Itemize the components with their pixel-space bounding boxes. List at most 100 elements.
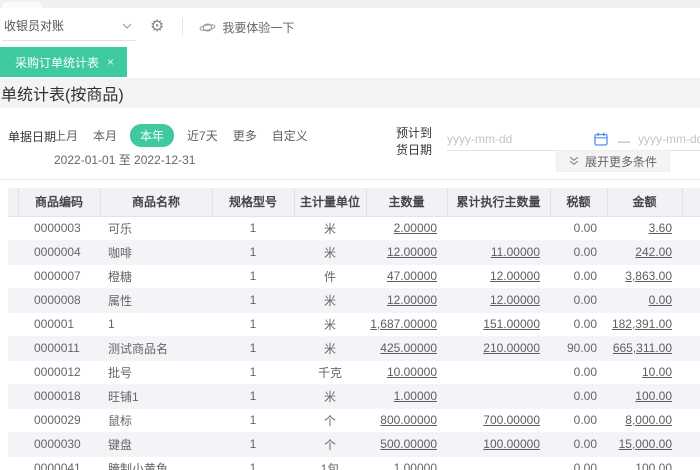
- col-header-product-code: 商品编码: [17, 188, 100, 217]
- cell-product-code: 000001: [34, 317, 75, 331]
- cell-product-name: 测试商品名: [108, 341, 169, 356]
- cell-blank-end: [682, 264, 700, 288]
- expand-more-conditions-button[interactable]: 展开更多条件: [555, 150, 670, 172]
- drilldown-link[interactable]: 8,000.00: [625, 413, 672, 427]
- option-more[interactable]: 更多: [231, 124, 259, 147]
- cell-product-code: 0000008: [34, 293, 81, 307]
- cell-main-qty: 47.00000: [366, 264, 447, 288]
- cell-main-unit: 米: [323, 389, 336, 404]
- arrival-start-box: [447, 131, 608, 151]
- cell-tax: 0.00: [573, 365, 597, 379]
- cell-spec-model: 1: [249, 221, 257, 235]
- cell-tax: 0.00: [573, 413, 597, 427]
- cell-product-code: 0000007: [34, 269, 81, 283]
- close-icon[interactable]: ×: [107, 55, 114, 69]
- cell-amount: 10.00: [607, 360, 682, 384]
- drilldown-link[interactable]: 242.00: [635, 245, 672, 259]
- cell-main-qty: 12.00000: [366, 240, 447, 264]
- cell-blank-end: [682, 456, 700, 470]
- drilldown-link[interactable]: 12.00000: [490, 269, 540, 283]
- cell-executed-qty: 210.00000: [447, 336, 550, 360]
- cell-tax: 0.00: [573, 221, 597, 235]
- cell-amount: 0.00: [607, 288, 682, 312]
- drilldown-link[interactable]: 500.00000: [380, 437, 437, 451]
- experience-label: 我要体验一下: [222, 20, 295, 35]
- tab-purchase-order-stats[interactable]: 采购订单统计表 ×: [0, 47, 128, 77]
- drilldown-link[interactable]: 1,687.00000: [370, 317, 437, 331]
- browser-top-strip: [0, 0, 700, 8]
- option-last-month[interactable]: 上月: [52, 124, 80, 147]
- drilldown-link[interactable]: 210.00000: [483, 341, 540, 355]
- drilldown-link[interactable]: 0.00: [649, 293, 672, 307]
- drilldown-link[interactable]: 47.00000: [387, 269, 437, 283]
- settings-button[interactable]: ⚙: [150, 19, 164, 35]
- toolbar-divider: [182, 18, 184, 36]
- cell-product-code: 0000041: [34, 461, 81, 470]
- drilldown-link[interactable]: 11.00000: [491, 245, 540, 259]
- cell-blank-end: [682, 408, 700, 432]
- cell-blank: [8, 336, 18, 360]
- option-this-month[interactable]: 本月: [91, 124, 119, 147]
- col-header-main-qty: 主数量: [365, 188, 447, 217]
- cell-product-name: 键盘: [108, 437, 133, 452]
- arrival-start-input[interactable]: [447, 131, 594, 146]
- cell-executed-qty: 12.00000: [447, 288, 550, 312]
- cell-amount: 15,000.00: [607, 432, 682, 456]
- browser-tab-remnant: [2, 2, 42, 8]
- option-last-7-days[interactable]: 近7天: [185, 124, 220, 147]
- col-header-spec-model: 规格型号: [211, 188, 294, 217]
- cell-product-name: 属性: [108, 293, 133, 308]
- drilldown-link[interactable]: 12.00000: [490, 293, 540, 307]
- cell-executed-qty: 100.00000: [447, 432, 550, 456]
- arrival-end-input[interactable]: [638, 131, 700, 146]
- drilldown-link[interactable]: 12.00000: [387, 293, 437, 307]
- drilldown-link[interactable]: 151.00000: [483, 317, 540, 331]
- doc-date-label: 单据日期: [8, 130, 57, 144]
- cell-tax: 0.00: [573, 437, 597, 451]
- cell-product-name: 1: [108, 317, 115, 331]
- chevron-down-icon: [122, 23, 132, 29]
- col-header-executed-qty: 累计执行主数量: [446, 188, 550, 217]
- drilldown-link[interactable]: 182,391.00: [612, 317, 672, 331]
- drilldown-link[interactable]: 12.00000: [387, 245, 437, 259]
- cell-blank: [8, 264, 18, 288]
- cell-main-qty: 425.00000: [366, 336, 447, 360]
- drilldown-link[interactable]: 425.00000: [380, 341, 437, 355]
- drilldown-link[interactable]: 665,311.00: [613, 341, 672, 355]
- table-row: 0000041 腌制小黄鱼 1 1包 1.00000 0.00 100.00: [8, 456, 700, 470]
- report-selector-dropdown[interactable]: 收银员对账: [2, 13, 136, 41]
- cell-blank: [8, 432, 18, 456]
- cell-main-unit: 1包: [320, 461, 340, 470]
- option-this-year[interactable]: 本年: [130, 124, 175, 147]
- experience-link[interactable]: 我要体验一下: [199, 19, 294, 36]
- cell-product-name: 咖啡: [108, 245, 133, 260]
- expand-more-label: 展开更多条件: [584, 154, 657, 169]
- cell-blank-end: [682, 336, 700, 360]
- cell-blank: [8, 360, 18, 384]
- drilldown-link[interactable]: 700.00000: [483, 413, 540, 427]
- drilldown-link[interactable]: 100.00000: [483, 437, 540, 451]
- report-table-wrap: 商品编码 商品名称 规格型号 主计量单位 主数量 累计执行主数量 税额 金额 0…: [8, 188, 700, 470]
- calendar-icon[interactable]: [594, 132, 608, 146]
- cell-product-code: 0000003: [34, 221, 81, 235]
- option-custom[interactable]: 自定义: [270, 124, 310, 147]
- drilldown-link[interactable]: 15,000.00: [619, 437, 672, 451]
- drilldown-link[interactable]: 3.60: [649, 221, 672, 235]
- selected-date-range: 2022-01-01 至 2022-12-31: [54, 153, 196, 167]
- cell-main-qty: 10.00000: [366, 360, 447, 384]
- drilldown-link[interactable]: 10.00: [642, 365, 672, 379]
- drilldown-link[interactable]: 2.00000: [394, 221, 437, 235]
- table-body: 0000003 可乐 1 米 2.00000 0.00 3.60 0000004 咖啡 1 米 12.…: [8, 216, 700, 470]
- drilldown-link[interactable]: 100.00: [635, 389, 672, 403]
- drilldown-link[interactable]: 3,863.00: [625, 269, 672, 283]
- cell-amount: 665,311.00: [607, 336, 682, 360]
- col-header-amount: 金额: [606, 188, 682, 217]
- drilldown-link[interactable]: 800.00000: [380, 413, 437, 427]
- cell-blank: [8, 408, 18, 432]
- drilldown-link[interactable]: 10.00000: [387, 365, 437, 379]
- cell-spec-model: 1: [249, 389, 257, 403]
- cell-product-name: 腌制小黄鱼: [108, 461, 169, 470]
- drilldown-link[interactable]: 1.00000: [394, 389, 437, 403]
- cell-blank-end: [682, 432, 700, 456]
- cell-blank-end: [682, 384, 700, 408]
